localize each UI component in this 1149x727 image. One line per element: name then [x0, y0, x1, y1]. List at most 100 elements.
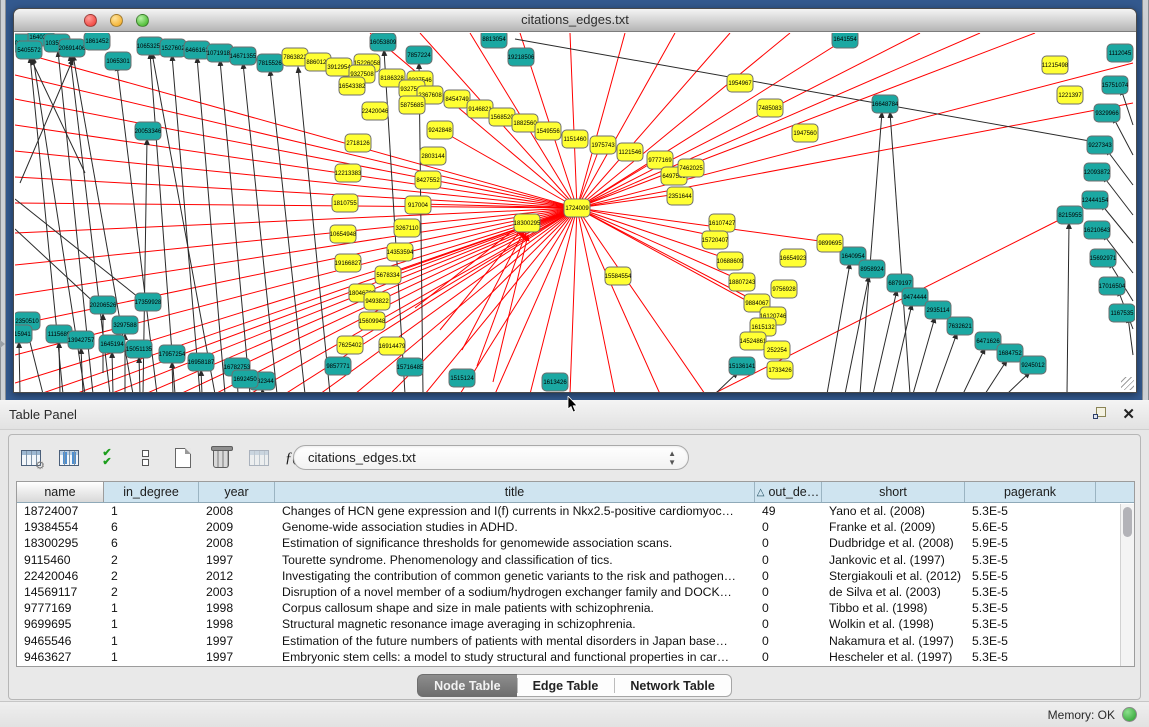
graph-node[interactable]: 15584554 — [605, 267, 632, 285]
graph-node[interactable]: 2803144 — [420, 147, 446, 165]
table-row[interactable]: 1938455462009Genome-wide association stu… — [17, 519, 1134, 535]
create-column-icon[interactable] — [169, 445, 197, 471]
graph-node[interactable]: 11215498 — [1042, 56, 1069, 74]
graph-node[interactable]: 9493822 — [364, 292, 390, 310]
tab-network-table[interactable]: Network Table — [614, 674, 732, 697]
graph-node[interactable]: 1733426 — [767, 361, 793, 379]
graph-node[interactable]: 9756928 — [771, 280, 797, 298]
table-row[interactable]: 1456911722003Disruption of a novel membe… — [17, 584, 1134, 600]
graph-node[interactable]: 18807243 — [729, 273, 756, 291]
graph-node[interactable]: 15716485 — [397, 358, 424, 376]
tab-edge-table[interactable]: Edge Table — [517, 674, 615, 697]
graph-node[interactable]: 19218506 — [508, 48, 535, 66]
table-row[interactable]: 946362711997Embryonic stem cells: a mode… — [17, 649, 1134, 665]
column-header-in_degree[interactable]: in_degree — [104, 482, 199, 502]
graph-node[interactable]: 9227343 — [1087, 136, 1113, 154]
graph-node[interactable]: 2718126 — [345, 134, 371, 152]
graph-node[interactable]: 1724009 — [564, 199, 590, 217]
close-panel-icon[interactable]: ✕ — [1122, 405, 1135, 423]
graph-node[interactable]: 1065301 — [105, 52, 131, 70]
column-header-short[interactable]: short — [822, 482, 965, 502]
graph-node[interactable]: 3912954 — [326, 58, 352, 76]
delete-column-icon[interactable] — [207, 445, 235, 471]
graph-node[interactable]: 9474444 — [902, 288, 928, 306]
graph-node[interactable]: 1882560 — [512, 114, 538, 132]
graph-node[interactable]: 16053809 — [370, 33, 397, 51]
graph-node[interactable]: 3915941 — [15, 325, 32, 343]
graph-node[interactable]: 8454749 — [444, 90, 470, 108]
graph-node[interactable]: 9899695 — [817, 234, 843, 252]
graph-node[interactable]: 16914479 — [379, 337, 406, 355]
column-header-pagerank[interactable]: pagerank — [965, 482, 1096, 502]
window-resize-grip[interactable] — [1121, 377, 1134, 390]
table-row[interactable]: 1830029562008Estimation of significance … — [17, 535, 1134, 551]
table-row[interactable]: 911546021997Tourette syndrome. Phenomeno… — [17, 552, 1134, 568]
graph-node[interactable]: 16107427 — [709, 214, 736, 232]
graph-node[interactable]: 12444154 — [1082, 191, 1109, 209]
table-row[interactable]: 969969511998Structural magnetic resonanc… — [17, 616, 1134, 632]
show-columns-icon[interactable] — [55, 445, 83, 471]
graph-node[interactable]: 5875685 — [399, 96, 425, 114]
graph-node[interactable]: 15051135 — [126, 340, 153, 358]
graph-node[interactable]: 14353594 — [387, 243, 414, 261]
graph-node[interactable]: 1515124 — [449, 369, 475, 387]
column-header-title[interactable]: title — [275, 482, 755, 502]
graph-node[interactable]: 18300295 — [514, 214, 541, 232]
table-row[interactable]: 946554611997Estimation of the future num… — [17, 633, 1134, 649]
graph-node[interactable]: 17359928 — [135, 293, 162, 311]
graph-node[interactable]: 14524861 — [740, 332, 767, 350]
graph-node[interactable]: 9242848 — [427, 121, 453, 139]
column-header-out_de[interactable]: △out_de… — [755, 482, 822, 502]
graph-node[interactable]: 1954967 — [727, 74, 753, 92]
graph-node[interactable]: 5405572 — [16, 41, 42, 59]
graph-node[interactable]: 1151460 — [562, 130, 588, 148]
graph-node[interactable]: 1613426 — [542, 373, 568, 391]
graph-node[interactable]: 12093872 — [1084, 163, 1111, 181]
graph-node[interactable]: 1810755 — [332, 194, 358, 212]
table-row[interactable]: 977716911998Corpus callosum shape and si… — [17, 600, 1134, 616]
network-canvas[interactable]: 2063551164023454055721035572206914061861… — [15, 33, 1135, 392]
graph-node[interactable]: 7815526 — [257, 54, 283, 72]
memory-status-icon[interactable] — [1122, 707, 1137, 722]
graph-node[interactable]: 20206526 — [90, 296, 117, 314]
graph-node[interactable]: 2935114 — [925, 301, 951, 319]
graph-node[interactable]: 14671355 — [230, 47, 257, 65]
column-header-year[interactable]: year — [199, 482, 275, 502]
tab-node-table[interactable]: Node Table — [417, 674, 516, 697]
table-row[interactable]: 2242004622012Investigating the contribut… — [17, 568, 1134, 584]
graph-node[interactable]: 20053346 — [135, 122, 162, 140]
table-row[interactable]: 1872400712008Changes of HCN gene express… — [17, 503, 1134, 519]
table-selector-dropdown[interactable]: citations_edges.txt ▲▼ — [293, 445, 689, 470]
graph-node[interactable]: 1684752 — [997, 344, 1023, 362]
graph-node[interactable]: 9857771 — [325, 357, 351, 375]
graph-node[interactable]: 1947560 — [792, 124, 818, 142]
graph-node[interactable]: 7462025 — [678, 159, 704, 177]
graph-node[interactable]: 19166827 — [335, 254, 362, 272]
graph-node[interactable]: 1568520 — [489, 108, 515, 126]
scrollbar-thumb[interactable] — [1123, 507, 1132, 537]
graph-node[interactable]: 16958187 — [188, 353, 215, 371]
graph-node[interactable]: 20691406 — [59, 39, 86, 57]
graph-node[interactable]: 15609948 — [359, 312, 386, 330]
panel-collapse-arrow-icon[interactable] — [0, 340, 5, 348]
graph-node[interactable]: 3297588 — [112, 316, 138, 334]
graph-node[interactable]: 8427552 — [415, 171, 441, 189]
graph-node[interactable]: 917004 — [405, 196, 431, 214]
graph-node[interactable]: 17957254 — [159, 345, 186, 363]
graph-node[interactable]: 22420046 — [362, 102, 389, 120]
graph-node[interactable]: 16648784 — [872, 95, 899, 113]
graph-node[interactable]: 7857224 — [406, 46, 432, 64]
graph-node[interactable]: 7863822 — [282, 48, 308, 66]
graph-node[interactable]: 252254 — [764, 341, 790, 359]
graph-node[interactable]: 12213383 — [335, 164, 362, 182]
graph-node[interactable]: 9777169 — [647, 151, 673, 169]
column-header-name[interactable]: name — [17, 482, 104, 502]
graph-node[interactable]: 1121546 — [617, 143, 643, 161]
table-scrollbar[interactable] — [1120, 504, 1134, 666]
graph-node[interactable]: 7485083 — [757, 99, 783, 117]
graph-node[interactable]: 9329966 — [1094, 104, 1120, 122]
graph-node[interactable]: 1692450 — [232, 370, 258, 388]
clear-selection-icon[interactable] — [131, 445, 159, 471]
graph-node[interactable]: 1549556 — [535, 122, 561, 140]
graph-node[interactable]: 16210643 — [1084, 221, 1111, 239]
